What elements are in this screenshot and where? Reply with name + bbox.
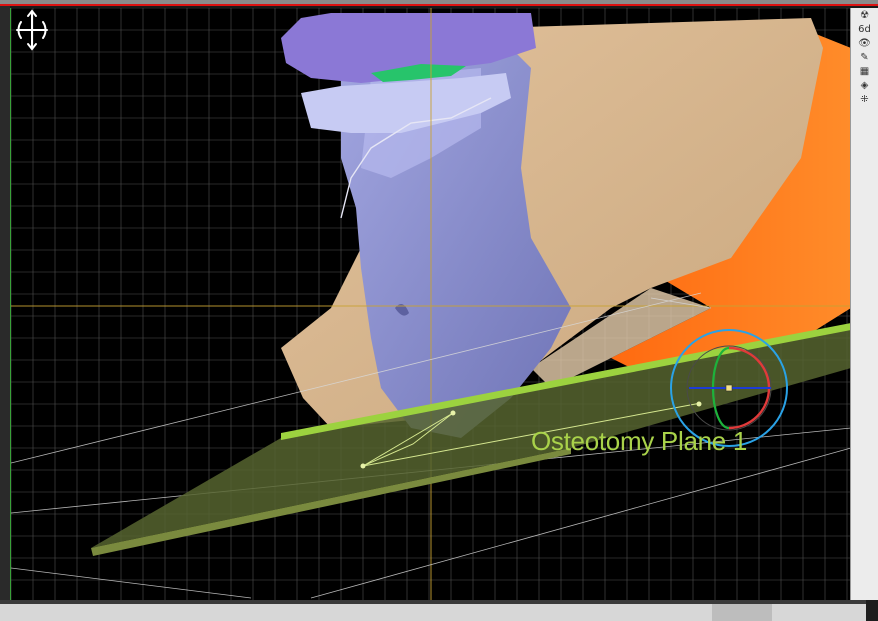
- 3d-viewport[interactable]: Osteotomy Plane 1: [10, 8, 851, 600]
- status-field: [712, 604, 772, 621]
- cut-point-2[interactable]: [450, 410, 456, 416]
- osteotomy-plane-label: Osteotomy Plane 1: [531, 426, 748, 456]
- layer-tool-icon[interactable]: ▦: [857, 66, 873, 78]
- zoom-tool-icon[interactable]: 6d: [857, 24, 873, 36]
- right-tool-palette: ☢ 6d 👁 ✎ ▦ ◈ ⁜: [850, 8, 878, 600]
- paint-tool-icon[interactable]: ✎: [857, 52, 873, 64]
- corner-block: [866, 600, 878, 621]
- window-title-bar: [0, 0, 878, 6]
- view-tool-icon[interactable]: 👁: [857, 38, 873, 50]
- object-tool-icon[interactable]: ◈: [857, 80, 873, 92]
- axis-tool-icon[interactable]: ⁜: [857, 94, 873, 106]
- rotate-cursor-icon: [16, 9, 48, 51]
- left-panel-edge: [0, 6, 10, 601]
- cut-point-1[interactable]: [360, 463, 366, 469]
- status-bar: [0, 600, 878, 621]
- cut-point-3[interactable]: [696, 401, 702, 407]
- radiation-tool-icon[interactable]: ☢: [857, 10, 873, 22]
- scene-canvas: [11, 8, 851, 600]
